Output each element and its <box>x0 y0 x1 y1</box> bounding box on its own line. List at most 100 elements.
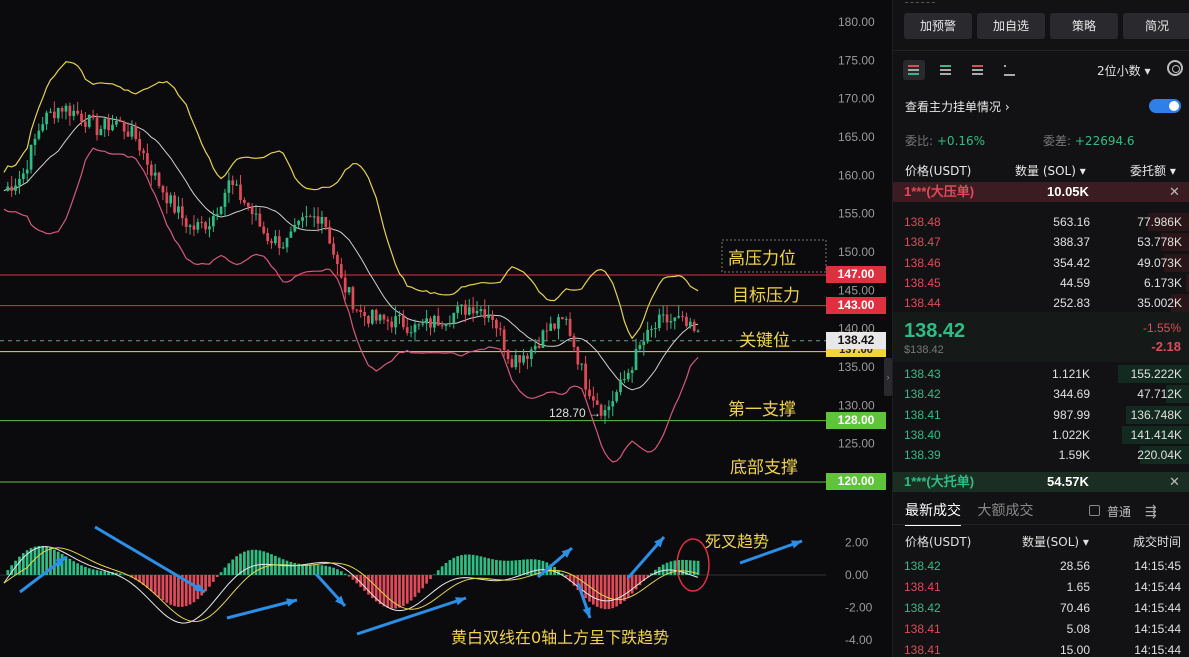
trade-row: 138.41 5.08 14:15:44 <box>893 619 1189 640</box>
macd-bar <box>223 567 227 575</box>
bid-row[interactable]: 138.40 1.022K 141.414K <box>893 425 1189 445</box>
candle-body <box>467 307 471 315</box>
candle-body <box>483 309 487 318</box>
macd-bar <box>483 557 487 575</box>
macd-bar <box>382 575 386 607</box>
normal-checkbox[interactable] <box>1089 505 1100 516</box>
candle-body <box>312 216 316 218</box>
candle-body <box>677 316 681 318</box>
y-axis-tick: 150.00 <box>838 245 875 259</box>
candle-body <box>184 218 188 227</box>
large-bid-banner[interactable]: 1***(大托单) 54.57K ✕ <box>893 472 1189 492</box>
candle-body <box>200 222 204 224</box>
settings-gear-icon[interactable] <box>1167 60 1183 76</box>
strategy-button[interactable]: 策略 <box>1050 13 1118 39</box>
candle-body <box>49 111 52 113</box>
large-ask-banner[interactable]: 1***(大压单) 10.05K ✕ <box>893 182 1189 202</box>
candle-body <box>18 178 21 186</box>
candle-body <box>623 379 626 381</box>
trade-qty-header[interactable]: 数量(SOL) ▾ <box>1022 533 1089 550</box>
candle-body <box>64 105 68 112</box>
ask-total: 6.173K <box>1143 275 1182 290</box>
candle-body <box>308 216 312 218</box>
candle-body <box>685 316 688 327</box>
trade-price-header: 价格(USDT) <box>905 535 972 549</box>
bid-row[interactable]: 138.41 987.99 136.748K <box>893 405 1189 425</box>
candle-body <box>196 222 200 230</box>
change-percent: -1.55% <box>1142 321 1181 335</box>
trade-time: 14:15:44 <box>1134 643 1181 657</box>
candle-body <box>99 128 103 136</box>
candle-body <box>231 180 235 186</box>
asks-view-icon[interactable] <box>967 60 989 80</box>
candle-body <box>452 312 456 324</box>
both-sides-view-icon[interactable] <box>903 60 925 80</box>
candle-body <box>254 213 258 215</box>
ask-row[interactable]: 138.46 354.42 49.073K <box>893 253 1189 273</box>
chart-area[interactable]: 180.00 175.00 170.00 165.00 160.00 155.00 150.… <box>0 0 892 657</box>
candle-body <box>87 114 91 127</box>
macd-bar <box>149 575 153 592</box>
macd-bar <box>440 566 444 575</box>
tab-latest-trades[interactable]: 最新成交 <box>905 503 961 526</box>
book-total-header[interactable]: 委托额 ▾ <box>1130 162 1176 179</box>
y-axis-tick: 170.00 <box>838 92 875 106</box>
macd-bar <box>6 570 10 575</box>
tab-large-trades[interactable]: 大额成交 <box>977 503 1033 519</box>
close-icon[interactable]: ✕ <box>1169 182 1180 202</box>
bid-total: 136.748K <box>1130 407 1182 422</box>
ask-row[interactable]: 138.47 388.37 53.778K <box>893 232 1189 252</box>
macd-bar <box>305 564 308 575</box>
book-price-header: 价格(USDT) <box>905 164 972 178</box>
macd-bar <box>661 564 665 575</box>
overview-button[interactable]: 简况 <box>1123 13 1189 39</box>
macd-bar <box>615 575 618 607</box>
candle-body <box>274 236 277 244</box>
macd-bar <box>332 567 335 575</box>
macd-bar <box>91 569 95 575</box>
add-watchlist-button[interactable]: 加自选 <box>977 13 1045 39</box>
depth-view-icon[interactable] <box>999 60 1021 80</box>
candle-body <box>673 317 677 322</box>
macd-bar <box>448 560 452 575</box>
bid-row[interactable]: 138.39 1.59K 220.04K <box>893 445 1189 465</box>
major-orders-toggle[interactable] <box>1149 99 1181 113</box>
candle-body <box>638 345 642 350</box>
ask-row[interactable]: 138.44 252.83 35.002K <box>893 293 1189 313</box>
divider <box>893 524 1189 525</box>
candle-body <box>153 172 157 176</box>
ask-row[interactable]: 138.48 563.16 77.986K <box>893 212 1189 232</box>
panel-splitter-handle[interactable]: › <box>884 358 892 396</box>
candle-body <box>103 118 107 129</box>
bid-price: 138.39 <box>904 448 941 463</box>
macd-bar <box>277 557 281 575</box>
bid-row[interactable]: 138.43 1.121K 155.222K <box>893 364 1189 384</box>
candle-body <box>514 355 518 368</box>
large-bid-name: 1***(大托单) <box>904 474 975 489</box>
candle-body <box>173 195 176 213</box>
y-axis-tick: 130.00 <box>838 398 875 412</box>
filter-icon[interactable]: ⇶ <box>1145 503 1157 520</box>
macd-bar <box>514 560 518 575</box>
decimal-select[interactable]: 2位小数 ▾ <box>1097 62 1150 79</box>
close-icon[interactable]: ✕ <box>1169 472 1180 492</box>
ask-total: 53.778K <box>1137 235 1182 250</box>
macd-axis-tick: 0.00 <box>845 568 869 582</box>
candle-body <box>692 321 696 331</box>
bid-row[interactable]: 138.42 344.69 47.712K <box>893 384 1189 404</box>
macd-bar <box>285 560 289 575</box>
last-price: 138.42 <box>904 320 966 342</box>
bids-view-icon[interactable] <box>935 60 957 80</box>
candle-body <box>25 169 29 174</box>
bid-total: 141.414K <box>1130 427 1182 442</box>
book-qty-header[interactable]: 数量 (SOL) ▾ <box>1015 162 1086 179</box>
candle-body <box>289 231 293 238</box>
macd-bar <box>611 575 615 609</box>
macd-bar <box>87 568 91 575</box>
watch-major-orders-link[interactable]: 查看主力挂单情况 › <box>905 98 1010 115</box>
macd-bar <box>177 575 180 607</box>
candle-body <box>564 318 568 320</box>
candle-body <box>464 304 467 315</box>
add-alert-button[interactable]: 加预警 <box>904 13 972 39</box>
ask-row[interactable]: 138.45 44.59 6.173K <box>893 273 1189 293</box>
